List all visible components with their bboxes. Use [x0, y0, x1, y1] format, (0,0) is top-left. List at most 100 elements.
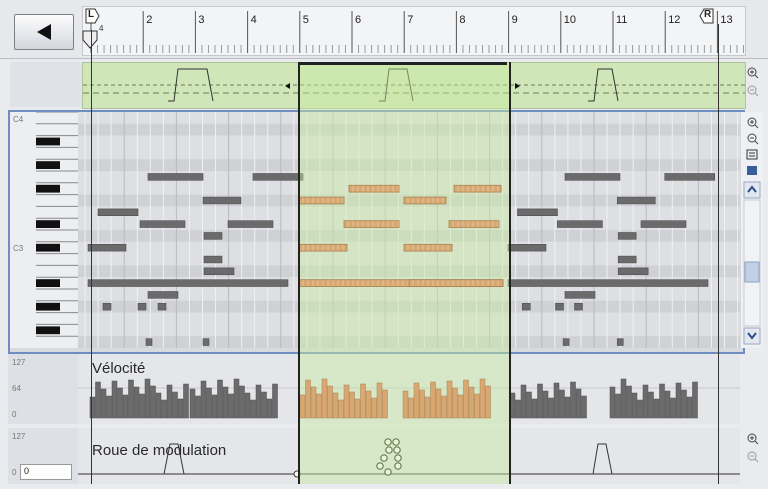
velocity-bar[interactable]	[570, 381, 576, 419]
list-icon[interactable]	[746, 149, 758, 160]
grey-note[interactable]	[616, 338, 624, 346]
velocity-bar[interactable]	[642, 384, 649, 419]
grey-note[interactable]	[227, 220, 274, 228]
lane-icon[interactable]	[747, 166, 757, 175]
grey-note[interactable]	[555, 303, 564, 311]
scroll-down-icon[interactable]	[743, 327, 761, 345]
velocity-bar[interactable]	[139, 393, 145, 419]
velocity-bar[interactable]	[255, 384, 262, 419]
velocity-bar[interactable]	[581, 395, 587, 419]
grey-note[interactable]	[574, 303, 583, 311]
zoom-out-icon[interactable]	[747, 85, 759, 97]
song-position-marker[interactable]	[82, 30, 98, 50]
velocity-bar[interactable]	[526, 391, 532, 419]
velocity-bar[interactable]	[183, 383, 189, 419]
velocity-bar[interactable]	[161, 399, 167, 419]
grey-note[interactable]	[664, 173, 716, 181]
zoom-out-icon[interactable]	[747, 451, 759, 463]
velocity-bar[interactable]	[217, 379, 223, 419]
velocity-bar[interactable]	[520, 384, 527, 419]
velocity-bar[interactable]	[272, 383, 278, 419]
velocity-bar[interactable]	[542, 390, 549, 419]
grey-note[interactable]	[521, 303, 531, 311]
grey-note[interactable]	[147, 173, 204, 181]
grey-note[interactable]	[202, 338, 210, 346]
velocity-bar[interactable]	[195, 395, 201, 419]
black-key[interactable]	[36, 243, 60, 252]
modulation-value-field[interactable]: 0	[20, 464, 72, 480]
grey-note[interactable]	[157, 303, 167, 311]
velocity-bar[interactable]	[106, 395, 112, 419]
velocity-bar[interactable]	[670, 397, 676, 419]
scrollbar-thumb[interactable]	[744, 261, 760, 283]
velocity-bar[interactable]	[548, 397, 554, 419]
black-key[interactable]	[36, 326, 60, 335]
grey-note[interactable]	[617, 232, 637, 240]
velocity-bar[interactable]	[648, 391, 654, 419]
velocity-bar[interactable]	[659, 383, 665, 419]
velocity-bar[interactable]	[559, 389, 565, 419]
zoom-in-icon[interactable]	[747, 67, 759, 79]
grey-note[interactable]	[87, 279, 289, 287]
zoom-out-icon[interactable]	[747, 133, 759, 145]
grey-note[interactable]	[87, 244, 127, 252]
velocity-bar[interactable]	[609, 386, 616, 419]
velocity-bar[interactable]	[95, 381, 101, 419]
grey-note[interactable]	[147, 291, 179, 299]
velocity-bar[interactable]	[631, 392, 638, 419]
velocity-bar[interactable]	[206, 387, 212, 419]
velocity-bar[interactable]	[189, 388, 196, 419]
velocity-bar[interactable]	[675, 382, 682, 419]
velocity-bar[interactable]	[172, 391, 178, 419]
velocity-bar[interactable]	[575, 388, 582, 419]
velocity-bar[interactable]	[564, 396, 571, 419]
velocity-bar[interactable]	[250, 399, 256, 419]
left-locator[interactable]: L	[84, 8, 100, 24]
grey-note[interactable]	[564, 173, 621, 181]
grey-note[interactable]	[102, 303, 112, 311]
velocity-bar[interactable]	[515, 399, 521, 419]
velocity-bar[interactable]	[615, 393, 621, 419]
grey-note[interactable]	[517, 208, 558, 217]
velocity-bar[interactable]	[261, 391, 267, 419]
piano-keyboard[interactable]: C4 C3	[10, 112, 78, 348]
grey-note[interactable]	[564, 291, 596, 299]
grey-note[interactable]	[616, 196, 656, 205]
black-key[interactable]	[36, 184, 60, 193]
velocity-bar[interactable]	[111, 380, 118, 419]
velocity-bar[interactable]	[200, 380, 207, 419]
grey-note[interactable]	[640, 220, 687, 228]
zoom-in-icon[interactable]	[747, 433, 759, 445]
grey-note[interactable]	[562, 338, 570, 346]
grey-note[interactable]	[139, 220, 186, 228]
selected-pattern-region[interactable]	[298, 62, 511, 484]
zoom-in-icon[interactable]	[747, 117, 759, 129]
grey-note[interactable]	[617, 255, 637, 264]
black-key[interactable]	[36, 137, 60, 146]
velocity-bar[interactable]	[537, 383, 543, 419]
velocity-bar[interactable]	[531, 398, 538, 419]
velocity-bar[interactable]	[653, 398, 660, 419]
black-key[interactable]	[36, 279, 60, 287]
velocity-bar[interactable]	[144, 378, 151, 419]
velocity-bar[interactable]	[681, 389, 687, 419]
velocity-bar[interactable]	[637, 399, 643, 419]
velocity-bar[interactable]	[239, 385, 245, 419]
black-key[interactable]	[36, 302, 60, 311]
grey-note[interactable]	[145, 338, 153, 346]
velocity-bar[interactable]	[222, 386, 229, 419]
velocity-bar[interactable]	[211, 394, 218, 419]
velocity-bar[interactable]	[150, 385, 156, 419]
right-locator[interactable]: R	[699, 8, 715, 24]
velocity-bar[interactable]	[620, 378, 627, 419]
velocity-bar[interactable]	[266, 398, 273, 419]
velocity-bar[interactable]	[553, 382, 560, 419]
velocity-bar[interactable]	[166, 384, 173, 419]
grey-note[interactable]	[507, 244, 547, 252]
timeline-ruler[interactable]: 2 3 4 5 6 7 8 9 10 11 12 13	[82, 6, 746, 56]
grey-note[interactable]	[137, 303, 147, 311]
grey-note[interactable]	[507, 279, 709, 287]
grey-note[interactable]	[203, 255, 223, 264]
grey-note[interactable]	[97, 208, 139, 217]
grey-note[interactable]	[202, 196, 242, 205]
